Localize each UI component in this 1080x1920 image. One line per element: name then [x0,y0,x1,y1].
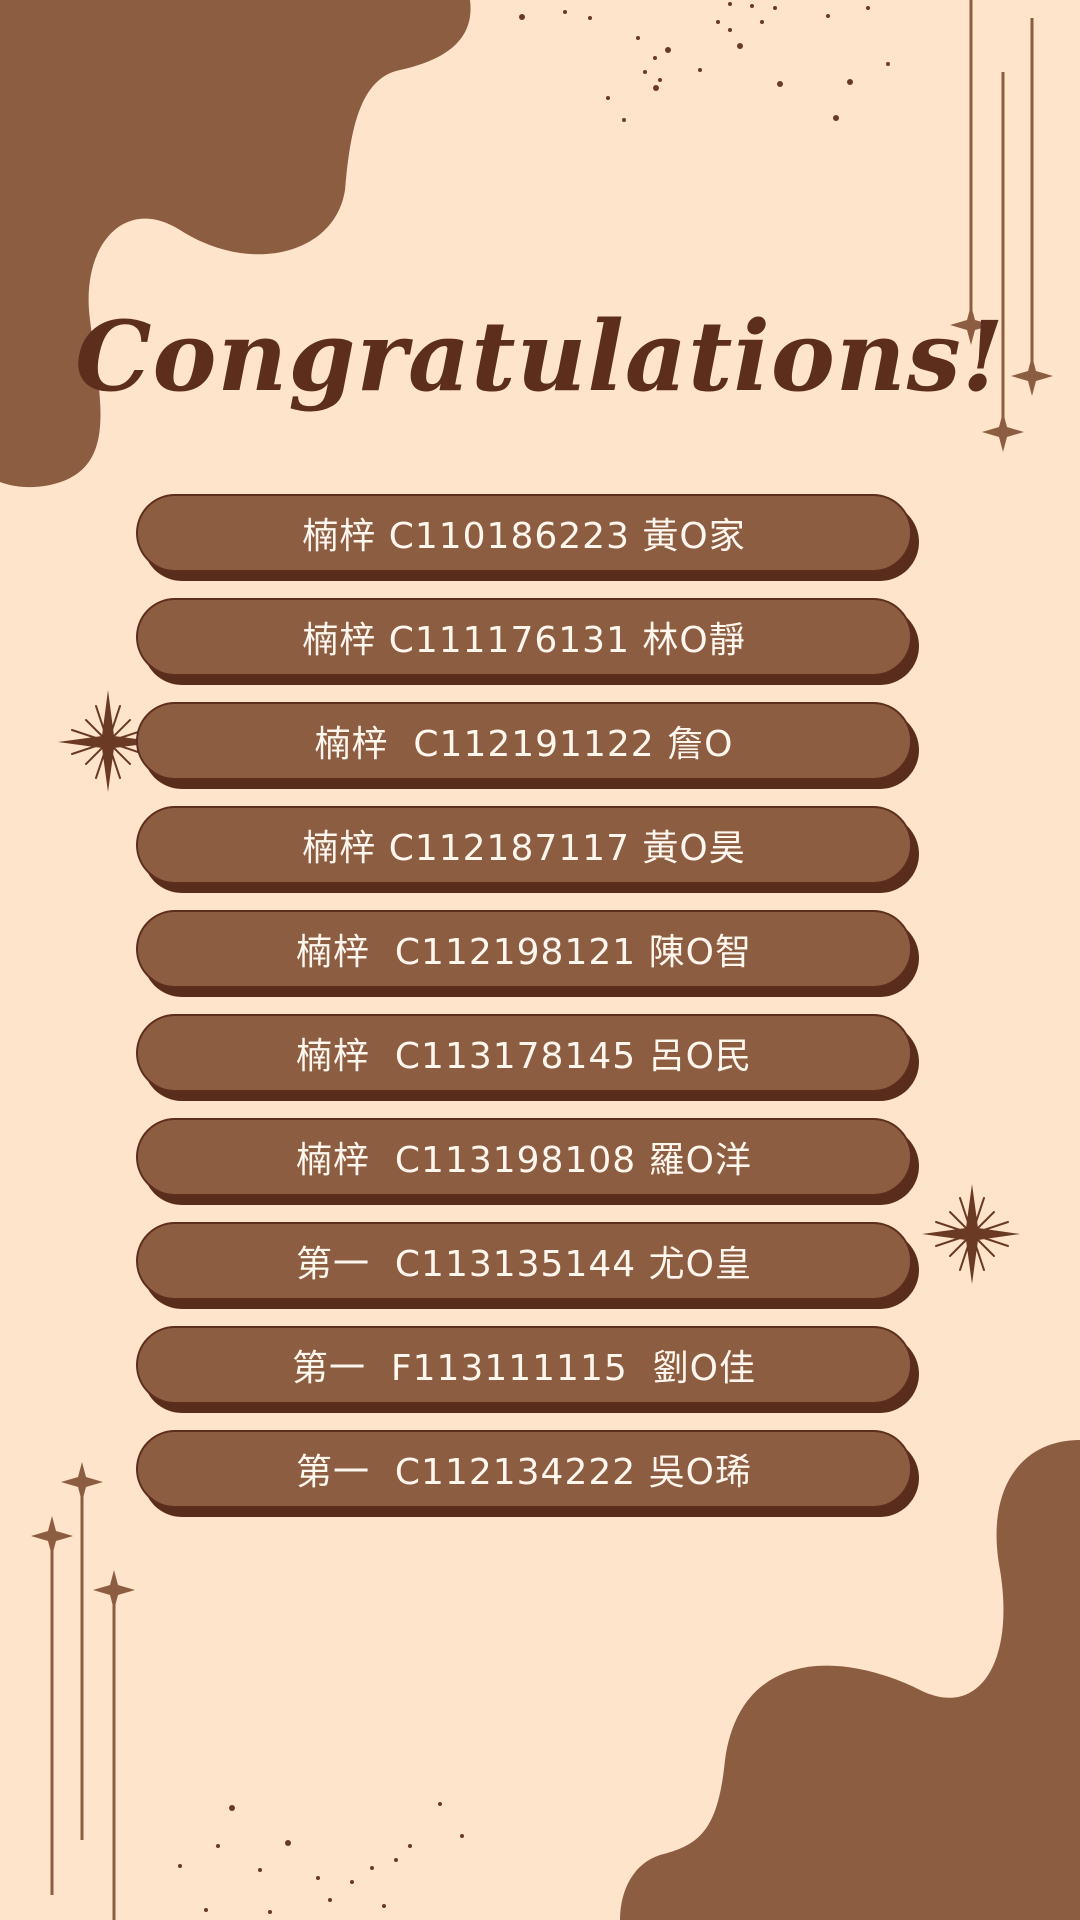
top-left-blob [0,0,471,488]
bottom-left-sparkle-lines [31,1462,135,1920]
winner-entry: 第一 C112134222 吳O琋 [136,1430,912,1508]
right-starburst [922,1184,1020,1284]
winner-entry-text: 第一 F113111115 劉O佳 [292,1348,756,1389]
winner-entry-text: 楠梓 C112198121 陳O智 [296,932,752,973]
winner-entry: 楠梓 C113198108 羅O洋 [136,1118,912,1196]
winner-entry-text: 第一 C113135144 尤O皇 [296,1244,752,1285]
winner-list: 楠梓 C110186223 黃O家 楠梓 C111176131 林O靜 楠梓 C… [136,494,922,1534]
winner-entry: 第一 F113111115 劉O佳 [136,1326,912,1404]
winner-entry: 第一 C113135144 尤O皇 [136,1222,912,1300]
winner-entry-text: 楠梓 C110186223 黃O家 [302,516,746,557]
winner-entry-text: 楠梓 C111176131 林O靜 [302,620,746,661]
winner-entry-text: 楠梓 C112187117 黃O昊 [302,828,746,869]
winner-entry: 楠梓 C113178145 呂O民 [136,1014,912,1092]
winner-entry-text: 楠梓 C112191122 詹O [314,724,734,765]
winner-entry-text: 楠梓 C113178145 呂O民 [296,1036,752,1077]
winner-entry: 楠梓 C112187117 黃O昊 [136,806,912,884]
winner-entry: 楠梓 C111176131 林O靜 [136,598,912,676]
winner-entry: 楠梓 C112198121 陳O智 [136,910,912,988]
winner-entry-text: 楠梓 C113198108 羅O洋 [296,1140,752,1181]
top-speckles [519,2,890,122]
winner-entry-text: 第一 C112134222 吳O琋 [296,1452,752,1493]
winner-entry: 楠梓 C112191122 詹O [136,702,912,780]
winner-entry: 楠梓 C110186223 黃O家 [136,494,912,572]
bottom-speckles [178,1802,464,1914]
congratulations-title: Congratulations! [75,300,1005,413]
